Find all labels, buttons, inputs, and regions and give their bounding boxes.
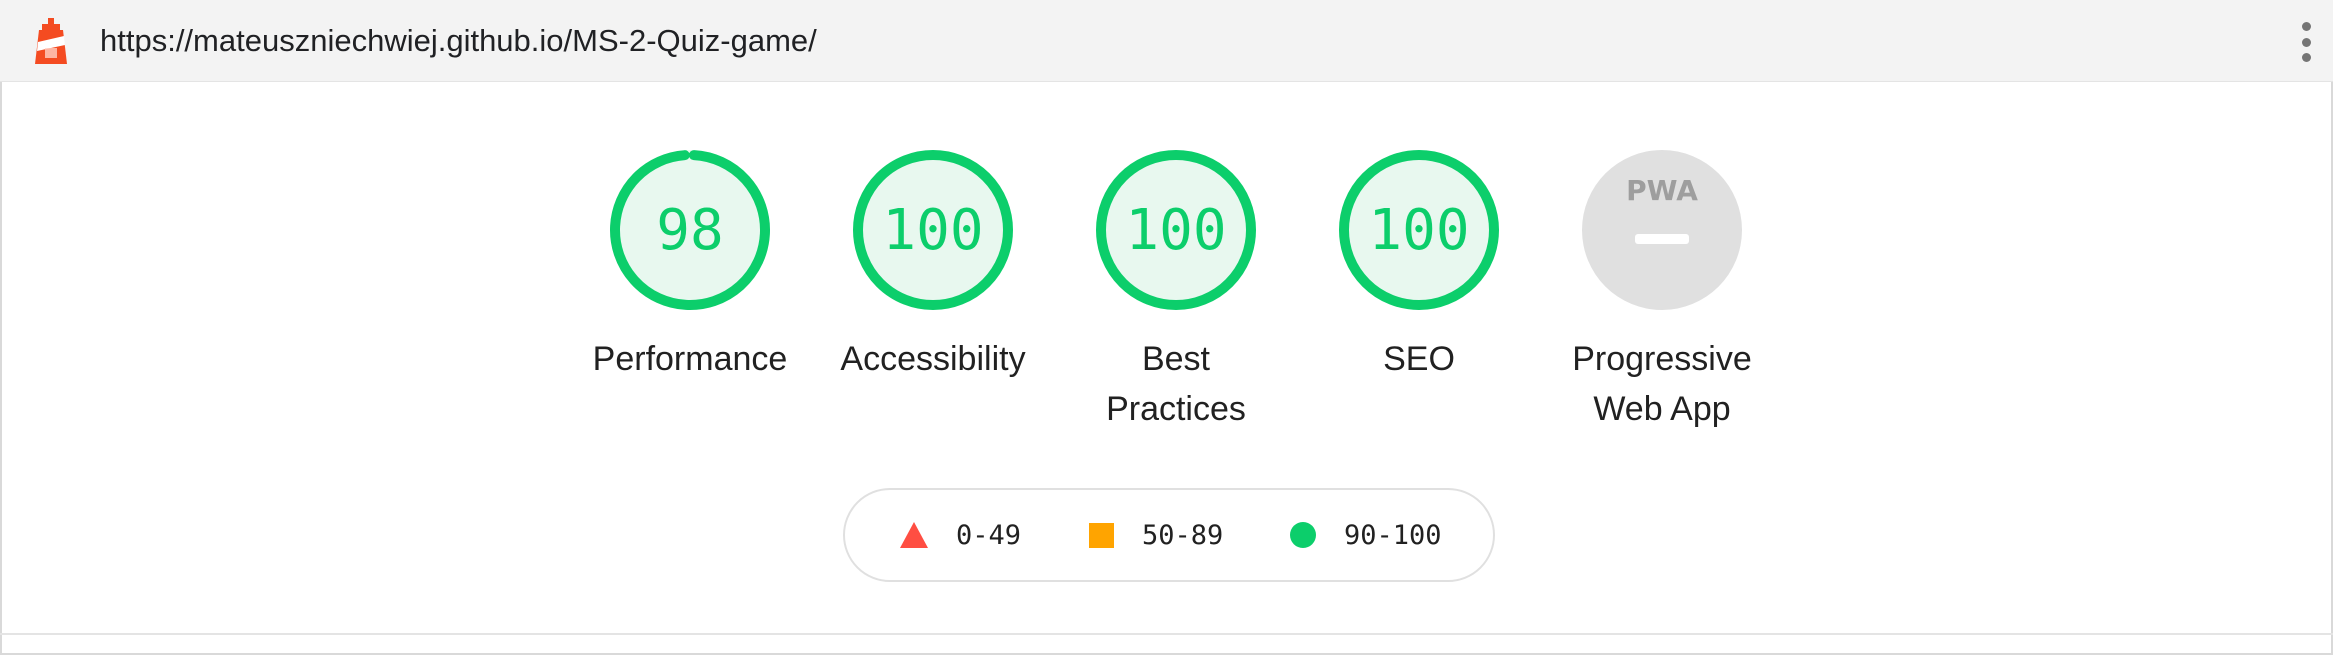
legend-item-fail: 0-49 [900,490,1021,580]
report-topbar: https://mateuszniechwiej.github.io/MS-2-… [0,0,2333,82]
section-divider [0,633,2333,635]
score-legend: 0-49 50-89 90-100 [843,488,1495,582]
circle-icon [1290,522,1316,548]
gauge-label: Best Practices [1106,340,1246,428]
gauge-label: Performance [592,340,788,378]
square-icon [1089,522,1114,548]
gauge-seo[interactable]: 100 SEO [1309,148,1529,384]
legend-item-pass: 90-100 [1290,490,1442,580]
report-url[interactable]: https://mateuszniechwiej.github.io/MS-2-… [100,22,817,60]
gauge-ring: 100 [1339,150,1499,310]
gauge-accessibility[interactable]: 100 Accessibility [823,148,1043,384]
gauge-score: 100 [882,198,983,263]
gauge-score: 100 [1368,198,1469,263]
gauge-score: 98 [656,198,723,263]
gauge-ring: 98 [610,150,770,311]
gauge-performance[interactable]: 98 Performance [580,148,800,384]
legend-item-average: 50-89 [1089,490,1223,580]
gauge-ring: 100 [853,150,1013,310]
gauge-best-practices[interactable]: 100 Best Practices [1066,148,1286,434]
pwa-icon: PWA [1582,150,1742,310]
lighthouse-icon [35,18,67,64]
gauge-label: SEO [1383,340,1455,378]
more-vertical-icon[interactable] [2293,18,2319,66]
gauge-ring: 100 [1096,150,1256,310]
triangle-icon [900,522,928,548]
gauge-pwa[interactable]: PWA Progressive Web App [1552,148,1772,434]
gauge-score: 100 [1125,198,1226,263]
svg-text:PWA: PWA [1626,174,1698,207]
gauge-label: Accessibility [840,340,1026,378]
score-gauges: 98 Performance 100 Accessibility 100 Bes… [580,148,1760,448]
gauge-label: Progressive Web App [1572,340,1752,428]
